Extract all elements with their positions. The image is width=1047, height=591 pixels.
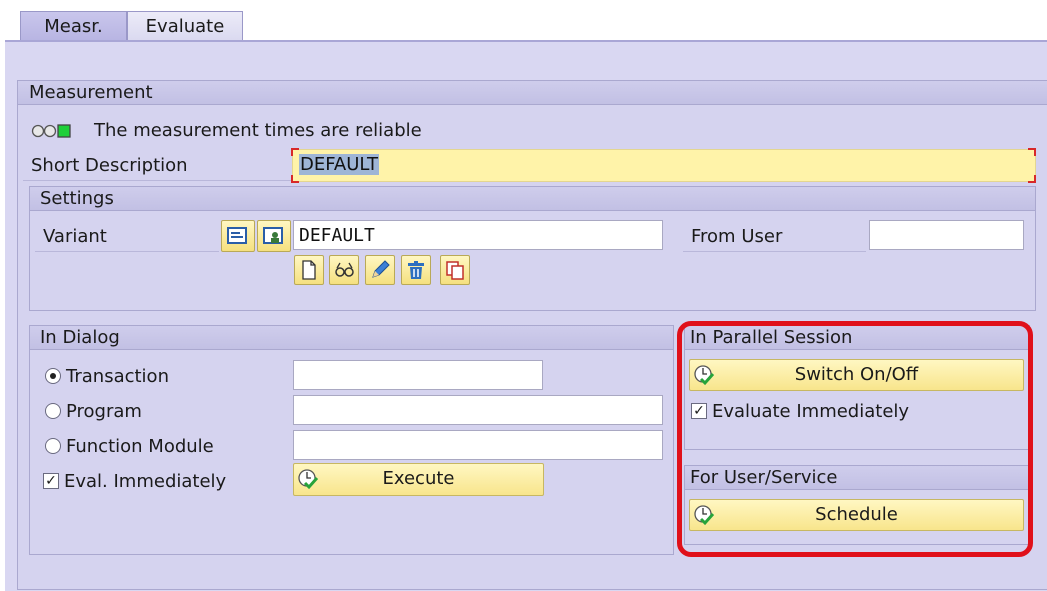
- settings-title: Settings: [30, 187, 1035, 211]
- program-label: Program: [66, 401, 142, 422]
- eval-immediately-label: Eval. Immediately: [64, 471, 227, 492]
- variant-value: DEFAULT: [299, 225, 375, 246]
- edit-variant-button[interactable]: [365, 255, 395, 285]
- tab-evaluate-label: Evaluate: [145, 16, 225, 37]
- focus-corner: [291, 148, 299, 156]
- focus-corner: [1028, 175, 1036, 183]
- execute-button[interactable]: Execute: [293, 463, 544, 496]
- schedule-label: Schedule: [815, 504, 898, 525]
- display-variant-button[interactable]: [329, 255, 359, 285]
- program-radio[interactable]: [45, 403, 61, 419]
- transaction-label: Transaction: [66, 366, 169, 387]
- from-user-label: From User: [691, 226, 783, 247]
- transaction-radio[interactable]: [45, 368, 61, 384]
- function-module-input[interactable]: [293, 430, 663, 460]
- function-module-radio[interactable]: [45, 438, 61, 454]
- tab-measr-label: Measr.: [44, 16, 103, 37]
- transaction-input[interactable]: [293, 360, 543, 390]
- tab-measr[interactable]: Measr.: [20, 11, 127, 42]
- focus-corner: [1028, 148, 1036, 156]
- traffic-light-green-icon: [31, 123, 75, 144]
- label-underline: [683, 251, 866, 252]
- evaluate-immediately-checkbox[interactable]: ✓: [691, 403, 707, 419]
- delete-variant-button[interactable]: [401, 255, 431, 285]
- variant-get-button[interactable]: [221, 220, 255, 252]
- parallel-session-title: In Parallel Session: [685, 326, 1029, 350]
- variant-label: Variant: [43, 226, 107, 247]
- focus-corner: [291, 175, 299, 183]
- user-service-title: For User/Service: [685, 466, 1029, 490]
- clock-check-icon: [693, 504, 715, 531]
- switch-on-off-button[interactable]: Switch On/Off: [689, 359, 1024, 391]
- variant-user-button[interactable]: [257, 220, 291, 252]
- short-description-value: DEFAULT: [299, 154, 379, 175]
- measurement-status-text: The measurement times are reliable: [94, 120, 422, 141]
- evaluate-immediately-label: Evaluate Immediately: [712, 401, 910, 422]
- copy-variant-button[interactable]: [440, 255, 470, 285]
- short-description-label: Short Description: [31, 155, 188, 176]
- clock-check-icon: [693, 364, 715, 391]
- switch-on-off-label: Switch On/Off: [794, 364, 919, 385]
- create-variant-button[interactable]: [294, 255, 324, 285]
- label-underline: [35, 251, 219, 252]
- function-module-label: Function Module: [66, 436, 214, 457]
- eval-immediately-checkbox[interactable]: ✓: [43, 473, 59, 489]
- clock-check-icon: [297, 468, 319, 495]
- measurement-title: Measurement: [18, 81, 1047, 105]
- from-user-input[interactable]: [869, 220, 1024, 250]
- variant-input[interactable]: DEFAULT: [293, 220, 663, 250]
- label-underline: [23, 180, 291, 181]
- short-description-input[interactable]: DEFAULT: [292, 149, 1036, 182]
- tab-evaluate[interactable]: Evaluate: [127, 11, 243, 41]
- in-dialog-title: In Dialog: [30, 326, 673, 350]
- schedule-button[interactable]: Schedule: [689, 499, 1024, 531]
- execute-label: Execute: [382, 468, 455, 489]
- program-input[interactable]: [293, 395, 663, 425]
